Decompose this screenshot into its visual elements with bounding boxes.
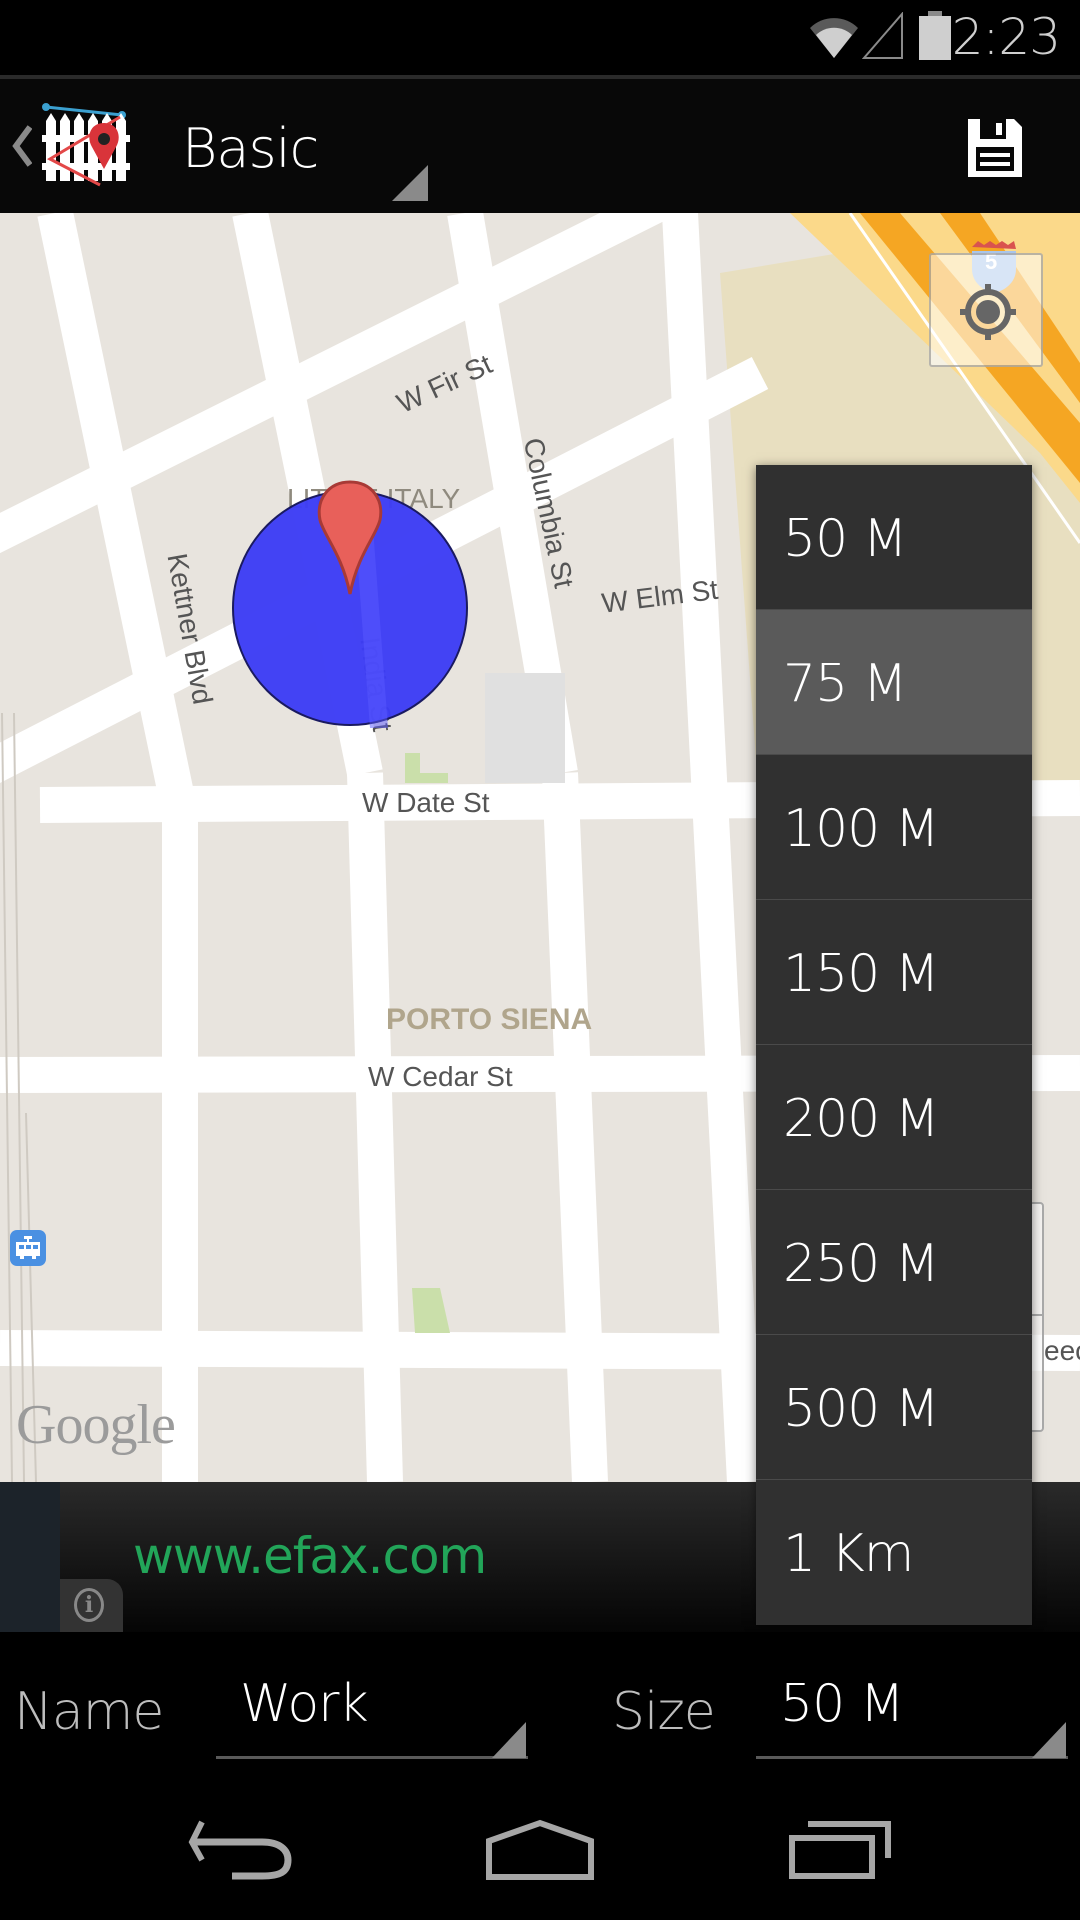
ad-info-button[interactable]: i	[60, 1579, 123, 1632]
home-icon	[486, 1819, 594, 1880]
size-value: 50 M	[780, 1674, 905, 1734]
chevron-left-icon	[12, 125, 32, 167]
size-option-100m[interactable]: 100 M	[756, 755, 1032, 900]
ad-link-text[interactable]: www.efax.com	[133, 1527, 487, 1585]
view-mode-value: Basic	[182, 117, 319, 180]
size-option-1km[interactable]: 1 Km	[756, 1480, 1032, 1625]
street-label-w-cedar: W Cedar St	[368, 1061, 513, 1092]
spinner-indicator-icon	[392, 165, 428, 201]
option-label: 50 M	[783, 509, 908, 569]
view-mode-spinner[interactable]: Basic	[170, 79, 440, 213]
size-option-200m[interactable]: 200 M	[756, 1045, 1032, 1190]
size-dropdown-list: 50 M 75 M 100 M 150 M 200 M 250 M 500 M …	[756, 465, 1032, 1625]
option-label: 75 M	[783, 654, 908, 714]
size-spinner-indicator-icon	[1032, 1722, 1066, 1758]
recent-apps-button[interactable]	[760, 1800, 920, 1900]
info-icon: i	[74, 1588, 104, 1622]
size-option-150m[interactable]: 150 M	[756, 900, 1032, 1045]
option-label: 150 M	[783, 944, 940, 1004]
size-option-75m[interactable]: 75 M	[756, 610, 1032, 755]
size-spinner[interactable]: 50 M	[756, 1652, 1068, 1764]
area-label-porto-siena: PORTO SIENA	[386, 1003, 593, 1036]
ad-left-strip	[0, 1482, 60, 1632]
google-attribution: Google	[16, 1394, 176, 1456]
cell-signal-icon	[862, 12, 903, 59]
back-button[interactable]	[160, 1800, 320, 1900]
option-label: 100 M	[783, 799, 940, 859]
size-spinner-underline	[756, 1756, 1068, 1759]
option-label: 1 Km	[783, 1524, 914, 1584]
clock: 2:23	[951, 8, 1061, 66]
home-up-button[interactable]	[0, 79, 140, 213]
wifi-icon	[810, 18, 858, 58]
name-value: Work	[240, 1674, 369, 1734]
street-label-w-date: W Date St	[362, 787, 490, 818]
size-option-500m[interactable]: 500 M	[756, 1335, 1032, 1480]
name-label: Name	[14, 1682, 164, 1742]
save-button[interactable]	[940, 101, 1050, 201]
geofence-form: Name Work Size 50 M	[0, 1632, 1080, 1780]
action-bar: Basic	[0, 79, 1080, 213]
back-icon	[188, 1820, 292, 1880]
home-button[interactable]	[460, 1800, 620, 1900]
tram-icon[interactable]	[10, 1230, 46, 1266]
street-label-partial: eecl	[1044, 1335, 1080, 1366]
option-label: 200 M	[783, 1089, 940, 1149]
status-bar: 2:23	[0, 0, 1080, 75]
name-spinner-indicator-icon	[492, 1722, 526, 1758]
size-option-50m[interactable]: 50 M	[756, 465, 1032, 610]
my-location-icon	[960, 284, 1016, 340]
my-location-button[interactable]	[929, 253, 1043, 367]
battery-icon	[919, 11, 951, 60]
size-option-250m[interactable]: 250 M	[756, 1190, 1032, 1335]
navigation-bar	[0, 1780, 1080, 1920]
floppy-disk-icon	[968, 119, 1022, 177]
name-spinner[interactable]: Work	[216, 1652, 528, 1764]
name-spinner-underline	[216, 1756, 528, 1759]
geofence-app-icon	[42, 103, 130, 187]
size-label: Size	[612, 1682, 716, 1742]
recent-apps-icon	[789, 1821, 891, 1879]
option-label: 500 M	[783, 1379, 940, 1439]
option-label: 250 M	[783, 1234, 940, 1294]
location-marker-icon[interactable]	[312, 478, 388, 598]
